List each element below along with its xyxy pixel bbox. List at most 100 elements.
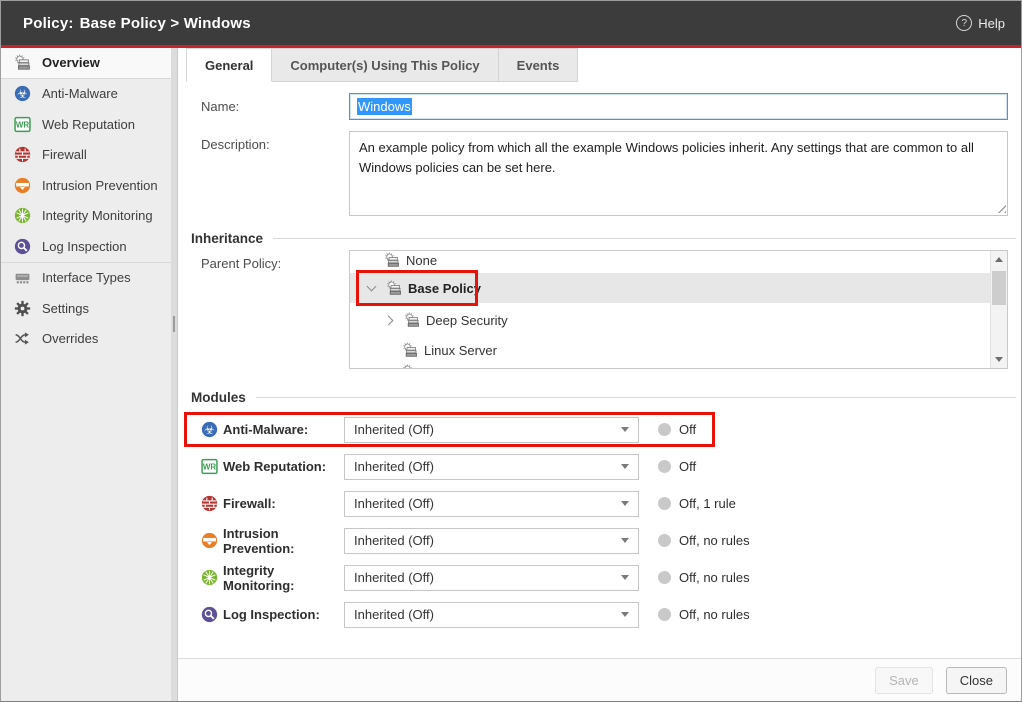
sidebar-item-label: Interface Types — [42, 270, 131, 285]
module-label: Log Inspection: — [201, 606, 344, 623]
sidebar-item-label: Anti-Malware — [42, 86, 118, 101]
intrusion-prevention-icon — [201, 532, 218, 549]
interface-types-icon — [14, 269, 31, 286]
log-inspection-state-dropdown[interactable]: Inherited (Off) — [344, 602, 639, 628]
description-textarea[interactable]: An example policy from which all the exa… — [349, 131, 1008, 216]
module-status-text: Off, no rules — [679, 570, 750, 585]
policy-icon — [401, 364, 418, 370]
dropdown-caret-icon — [621, 501, 629, 506]
web-reputation-icon — [14, 116, 31, 133]
titlebar: Policy: Base Policy > Windows ? Help — [1, 1, 1021, 45]
module-row-log-inspection: Log Inspection: Inherited (Off) Off, no … — [201, 596, 1008, 633]
policy-icon — [14, 54, 31, 71]
chevron-down-icon[interactable] — [365, 286, 377, 290]
sidebar-item-integrity-monitoring[interactable]: Integrity Monitoring — [1, 201, 171, 232]
inheritance-section-heading: Inheritance — [191, 230, 1016, 246]
anti-malware-icon — [14, 85, 31, 102]
log-inspection-icon — [14, 238, 31, 255]
module-label: Anti-Malware: — [201, 421, 344, 438]
sidebar-item-anti-malware[interactable]: Anti-Malware — [1, 79, 171, 110]
title-path: Base Policy > Windows — [80, 15, 251, 32]
sidebar-item-label: Overview — [42, 55, 100, 70]
anti-malware-state-dropdown[interactable]: Inherited (Off) — [344, 417, 639, 443]
status-dot-icon — [658, 497, 671, 510]
tree-item-none[interactable]: None — [350, 250, 990, 273]
sidebar-item-interface-types[interactable]: Interface Types — [1, 263, 171, 294]
tree-item-deep-security[interactable]: Deep Security — [350, 307, 990, 333]
sidebar-item-label: Firewall — [42, 147, 87, 162]
integrity-monitoring-icon — [14, 207, 31, 224]
status-dot-icon — [658, 534, 671, 547]
sidebar-item-web-reputation[interactable]: Web Reputation — [1, 109, 171, 140]
footer-bar: Save Close — [178, 658, 1021, 701]
sidebar-item-overrides[interactable]: Overrides — [1, 324, 171, 355]
policy-icon — [403, 312, 420, 329]
integrity-monitoring-state-dropdown[interactable]: Inherited (Off) — [344, 565, 639, 591]
name-input-selected-text: Windows — [357, 98, 412, 115]
tab-events[interactable]: Events — [499, 48, 579, 82]
help-icon: ? — [956, 15, 972, 31]
module-row-integrity-monitoring: Integrity Monitoring: Inherited (Off) Of… — [201, 559, 1008, 596]
sidebar-item-log-inspection[interactable]: Log Inspection — [1, 231, 171, 262]
firewall-state-dropdown[interactable]: Inherited (Off) — [344, 491, 639, 517]
sidebar-item-label: Settings — [42, 301, 89, 316]
dropdown-caret-icon — [621, 427, 629, 432]
module-status-text: Off, 1 rule — [679, 496, 736, 511]
status-dot-icon — [658, 608, 671, 621]
parent-policy-label: Parent Policy: — [201, 250, 349, 369]
sidebar-item-label: Web Reputation — [42, 117, 135, 132]
dropdown-caret-icon — [621, 612, 629, 617]
policy-icon — [383, 252, 400, 269]
page-title: Policy: Base Policy > Windows — [23, 15, 251, 32]
sidebar: Overview Anti-Malware Web Reputation Fir… — [1, 48, 171, 701]
scrollbar-thumb[interactable] — [992, 271, 1006, 305]
module-status-text: Off, no rules — [679, 607, 750, 622]
help-link[interactable]: ? Help — [956, 15, 1005, 31]
dropdown-caret-icon — [621, 575, 629, 580]
sidebar-item-label: Log Inspection — [42, 239, 127, 254]
sidebar-item-firewall[interactable]: Firewall — [1, 140, 171, 171]
firewall-icon — [14, 146, 31, 163]
tree-item-partial[interactable] — [350, 359, 990, 369]
dropdown-caret-icon — [621, 464, 629, 469]
settings-gear-icon — [14, 300, 31, 317]
tab-bar: General Computer(s) Using This Policy Ev… — [178, 48, 1021, 82]
modules-section-heading: Modules — [191, 389, 1016, 405]
main-panel: General Computer(s) Using This Policy Ev… — [178, 48, 1021, 701]
status-dot-icon — [658, 423, 671, 436]
sidebar-item-label: Overrides — [42, 331, 98, 346]
web-reputation-icon — [201, 458, 218, 475]
parent-policy-listbox: None Base Policy Deep Security — [349, 250, 1008, 369]
sidebar-item-settings[interactable]: Settings — [1, 293, 171, 324]
web-reputation-state-dropdown[interactable]: Inherited (Off) — [344, 454, 639, 480]
anti-malware-icon — [201, 421, 218, 438]
close-button[interactable]: Close — [946, 667, 1007, 694]
scroll-up-arrow-icon[interactable] — [991, 251, 1007, 268]
sidebar-splitter[interactable] — [171, 48, 178, 701]
save-button[interactable]: Save — [875, 667, 933, 694]
title-prefix: Policy: — [23, 15, 74, 32]
policy-icon — [385, 280, 402, 297]
sidebar-item-label: Intrusion Prevention — [42, 178, 158, 193]
log-inspection-icon — [201, 606, 218, 623]
splitter-handle-icon — [173, 316, 175, 332]
sidebar-item-overview[interactable]: Overview — [1, 48, 171, 79]
tree-item-base-policy[interactable]: Base Policy — [350, 273, 990, 303]
scroll-down-arrow-icon[interactable] — [991, 351, 1007, 368]
general-tab-content: Name: Windows Description: An example po… — [178, 82, 1021, 658]
tab-computers-using-policy[interactable]: Computer(s) Using This Policy — [272, 48, 498, 82]
module-status-text: Off, no rules — [679, 533, 750, 548]
policy-editor-window: Policy: Base Policy > Windows ? Help Over… — [0, 0, 1022, 702]
chevron-right-icon[interactable] — [383, 317, 395, 324]
intrusion-prevention-icon — [14, 177, 31, 194]
module-row-anti-malware: Anti-Malware: Inherited (Off) Off — [201, 411, 1008, 448]
name-input[interactable]: Windows — [349, 93, 1008, 120]
dropdown-caret-icon — [621, 538, 629, 543]
tab-general[interactable]: General — [186, 48, 272, 82]
help-label: Help — [978, 16, 1005, 31]
listbox-scrollbar[interactable] — [990, 251, 1007, 368]
sidebar-item-label: Integrity Monitoring — [42, 208, 153, 223]
intrusion-prevention-state-dropdown[interactable]: Inherited (Off) — [344, 528, 639, 554]
status-dot-icon — [658, 571, 671, 584]
sidebar-item-intrusion-prevention[interactable]: Intrusion Prevention — [1, 170, 171, 201]
